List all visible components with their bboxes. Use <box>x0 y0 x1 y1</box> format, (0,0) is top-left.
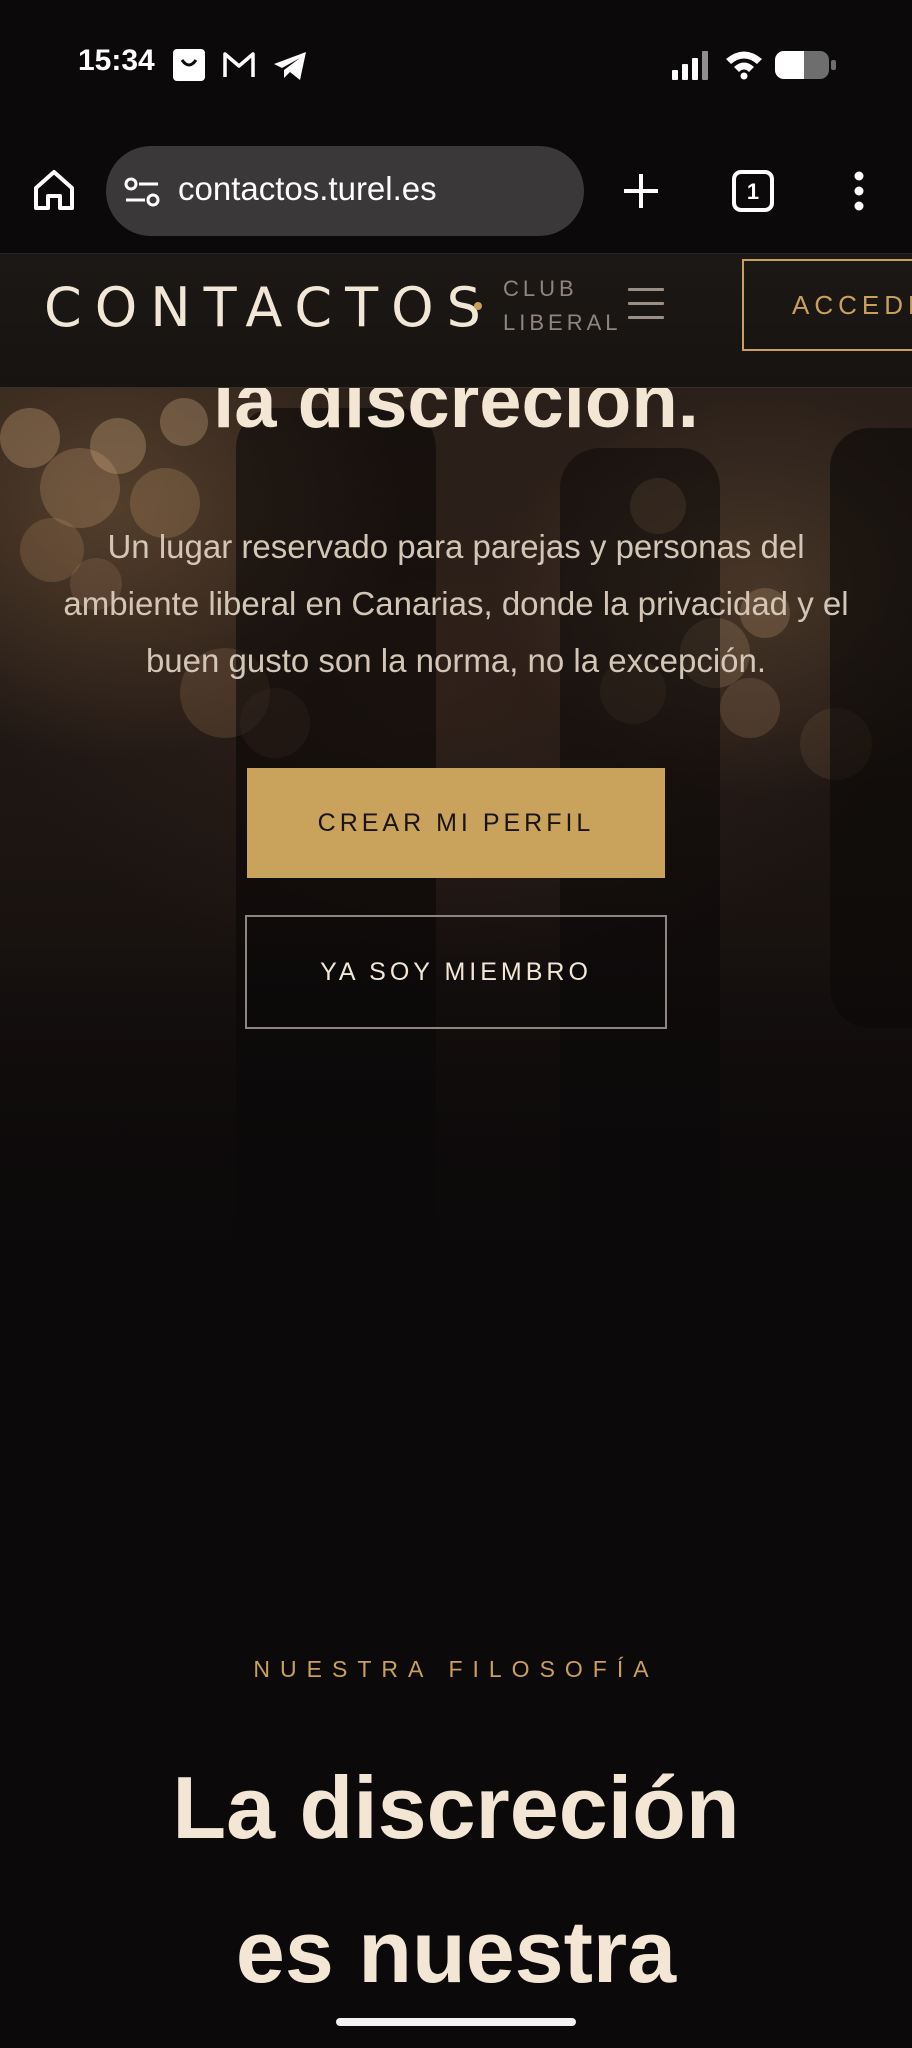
site-header: CONTACTOS CLUB LIBERAL ACCEDER <box>0 254 912 388</box>
hero-title: la discreción. <box>213 388 699 444</box>
philosophy-title-line1: La discreción <box>172 1758 740 1857</box>
access-button[interactable]: ACCEDER <box>742 259 912 351</box>
battery-icon <box>774 50 838 85</box>
gmail-icon <box>222 50 256 85</box>
browser-toolbar: contactos.turel.es 1 <box>0 130 912 254</box>
brand-subtitle-line1: CLUB <box>503 276 578 301</box>
philosophy-label: NUESTRA FILOSOFÍA <box>253 1656 659 1682</box>
site-settings-icon[interactable] <box>124 176 160 213</box>
more-options-icon[interactable] <box>852 170 866 217</box>
signal-icon <box>672 50 712 85</box>
tab-switcher-button[interactable]: 1 <box>732 170 774 212</box>
brand-logo-text[interactable]: CONTACTOS <box>44 276 494 339</box>
philosophy-title-line2: es nuestra <box>235 1902 677 2001</box>
shopping-bag-icon <box>172 48 206 87</box>
status-bar: 15:34 <box>0 0 912 130</box>
create-profile-button[interactable]: CREAR MI PERFIL <box>247 768 665 878</box>
philosophy-title: La discreción es nuestra <box>0 1736 912 2024</box>
brand-subtitle: CLUB LIBERAL <box>503 272 622 340</box>
phone-screen: 15:34 contactos.turel.es 1 la discreción… <box>0 0 912 2048</box>
already-member-button[interactable]: YA SOY MIEMBRO <box>245 915 667 1029</box>
brand-separator-dot <box>474 302 482 310</box>
brand-subtitle-line2: LIBERAL <box>503 310 622 335</box>
hero-section: la discreción. Un lugar reservado para p… <box>0 388 912 1388</box>
new-tab-icon[interactable] <box>622 172 660 215</box>
wifi-icon <box>724 48 764 85</box>
status-time: 15:34 <box>78 44 155 77</box>
home-icon[interactable] <box>32 168 76 217</box>
home-indicator[interactable] <box>336 2018 576 2026</box>
url-text: contactos.turel.es <box>178 170 437 207</box>
tab-count: 1 <box>746 179 760 204</box>
address-bar[interactable]: contactos.turel.es <box>106 146 584 236</box>
hero-description: Un lugar reservado para parejas y person… <box>63 528 849 679</box>
hamburger-menu-icon[interactable] <box>624 284 668 324</box>
telegram-icon <box>272 50 308 87</box>
